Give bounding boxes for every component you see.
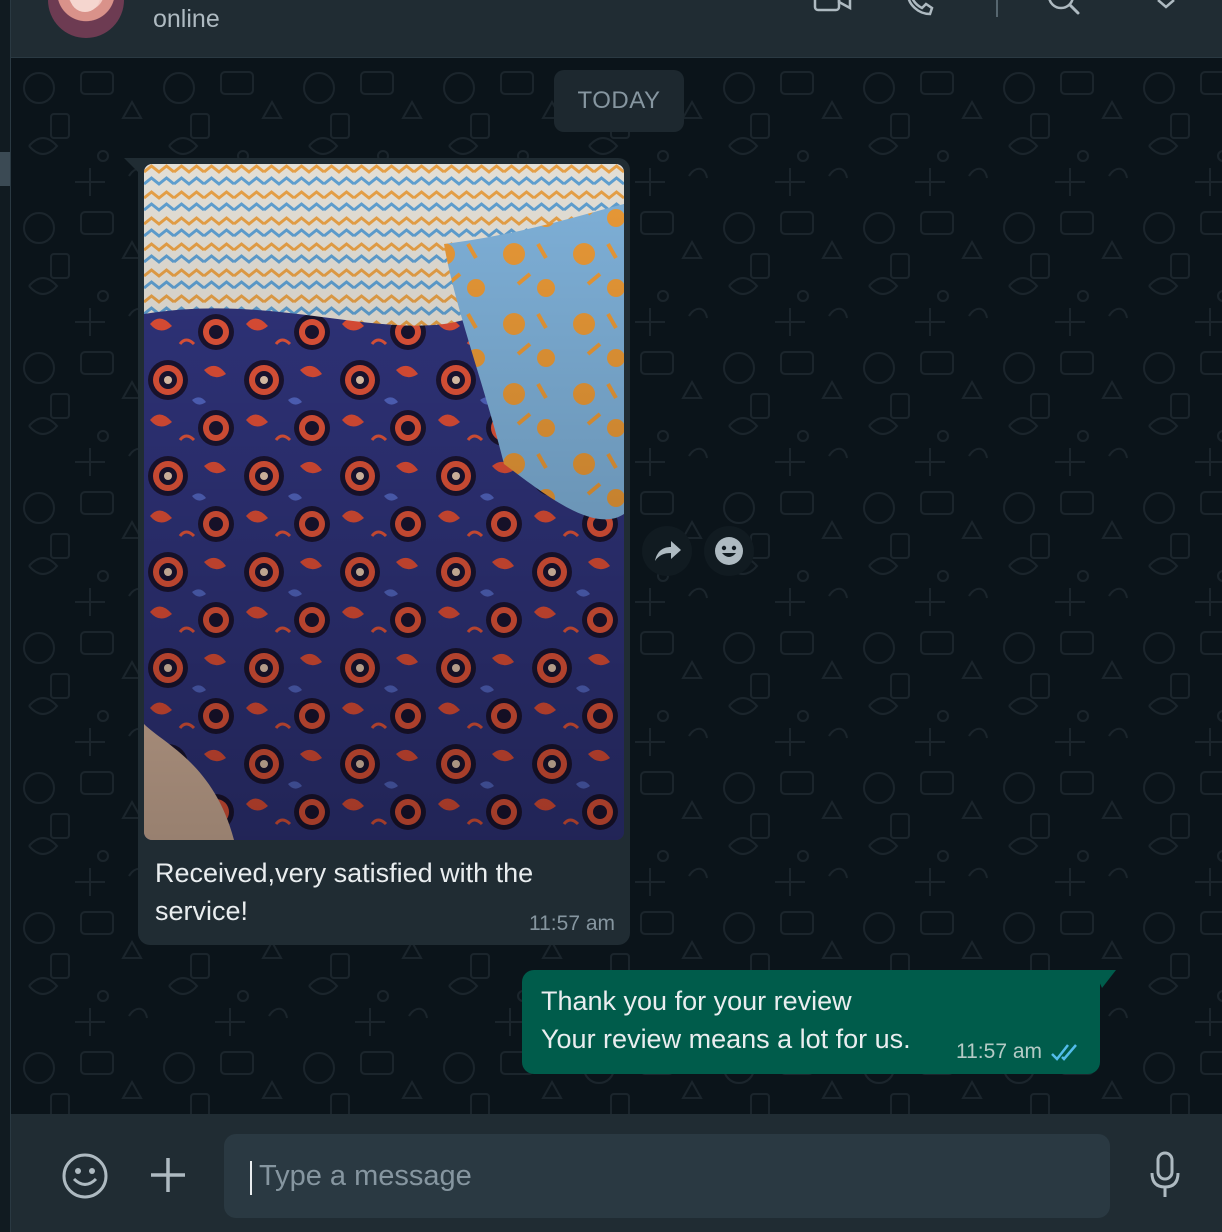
header-divider xyxy=(996,0,998,17)
chat-list-edge xyxy=(0,0,11,1232)
react-button[interactable] xyxy=(704,526,754,576)
outgoing-text-message[interactable]: Thank you for your review Your review me… xyxy=(522,970,1100,1074)
date-divider: TODAY xyxy=(554,70,684,132)
microphone-icon[interactable] xyxy=(1149,1151,1181,1204)
message-line: Your review means a lot for us. xyxy=(541,1024,911,1054)
search-icon[interactable] xyxy=(1047,0,1083,16)
double-check-read-icon xyxy=(1051,1044,1077,1061)
message-line: Thank you for your review xyxy=(541,986,852,1016)
message-photo[interactable] xyxy=(144,164,624,840)
scroll-marker xyxy=(0,152,10,186)
emoji-icon[interactable] xyxy=(61,1152,109,1205)
contact-status: online xyxy=(153,5,220,33)
avatar[interactable] xyxy=(48,0,124,38)
incoming-image-message[interactable]: Received,very satisfied with the service… xyxy=(138,158,630,945)
voice-call-icon[interactable] xyxy=(904,0,936,16)
forward-icon xyxy=(655,541,681,561)
plus-icon[interactable] xyxy=(149,1156,187,1199)
message-timestamp: 11:57 am xyxy=(529,912,615,935)
message-timestamp: 11:57 am xyxy=(956,1040,1042,1063)
message-area[interactable]: TODAY Received,very satisfied with the s… xyxy=(11,58,1222,1114)
video-call-icon[interactable] xyxy=(813,0,853,14)
forward-button[interactable] xyxy=(642,526,692,576)
text-caret xyxy=(250,1161,252,1195)
chevron-down-icon[interactable] xyxy=(1154,0,1178,10)
emoji-reaction-icon xyxy=(715,537,743,565)
message-input[interactable] xyxy=(259,1134,1079,1218)
message-composer xyxy=(11,1114,1222,1232)
message-input-box[interactable] xyxy=(224,1134,1110,1218)
chat-header[interactable]: online xyxy=(11,0,1222,58)
